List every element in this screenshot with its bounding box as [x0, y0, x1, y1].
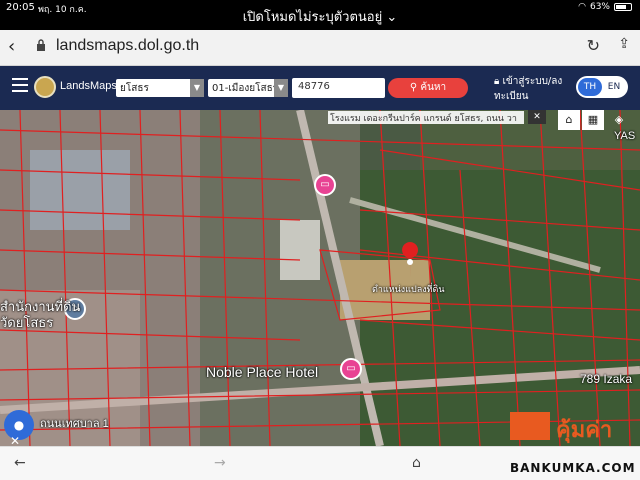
browser-toolbar: ← → ⌂ BANKUMKA.COM [0, 446, 640, 480]
hotel-marker-icon[interactable]: ▭ [314, 174, 336, 196]
battery-percent: 63% [589, 2, 610, 12]
home-icon[interactable]: ⌂ [412, 455, 421, 471]
url-text[interactable]: landsmaps.dol.go.th [56, 37, 199, 55]
close-info-icon[interactable]: ✕ [528, 110, 546, 124]
watermark-site: BANKUMKA.COM [510, 461, 636, 475]
hamburger-menu-icon[interactable] [12, 78, 28, 96]
watermark-text: คุ้มค่า [556, 418, 613, 443]
location-pin-icon: ● [13, 418, 25, 432]
chevron-down-icon: ⌄ [386, 10, 398, 25]
search-icon: ⚲ [409, 82, 418, 93]
parcel-map-layer [0, 110, 640, 446]
lang-en-option[interactable]: EN [602, 78, 626, 96]
bankumka-watermark: คุ้มค่า [510, 412, 638, 450]
lock-icon: 🔒︎ [494, 76, 500, 87]
lang-th-option[interactable]: TH [578, 78, 602, 96]
dropdown-arrow-icon: ▼ [274, 79, 288, 97]
wifi-icon: ◠ [578, 2, 586, 12]
map-label-road: ถนนเทศบาล 1 [40, 418, 109, 430]
status-bar: 20:05 พฤ. 10 ก.ค. เปิดโหมดไม่ระบุตัวตนอย… [0, 0, 640, 30]
dol-logo [34, 76, 56, 98]
private-mode-label[interactable]: เปิดโหมดไม่ระบุตัวตนอยู่ ⌄ [0, 6, 640, 27]
parcel-number-input[interactable]: 48776 [292, 78, 385, 98]
brand-name: LandsMaps [60, 80, 117, 92]
satellite-map[interactable]: ▭ ▭ ⌂ Noble Place Hotel 789 Izaka สำนักง… [0, 110, 640, 446]
home-icon[interactable]: ⌂ [558, 110, 580, 130]
district-value: 01-เมืองยโสธร [212, 83, 279, 94]
back-arrow-icon[interactable]: ← [14, 455, 26, 471]
map-label-noble-place: Noble Place Hotel [206, 364, 319, 380]
map-label-yas: YAS [614, 130, 636, 142]
layers-icon[interactable]: ◈ [608, 110, 630, 130]
grid-icon[interactable]: ▦ [582, 110, 604, 130]
place-info-bar[interactable]: โรงแรม เดอะกรีนปาร์ค แกรนด์ ยโสธร, ถนน ว… [328, 111, 524, 124]
back-chevron-icon[interactable]: ‹ [8, 36, 15, 57]
district-select[interactable]: 01-เมืองยโสธร ▼ [208, 79, 288, 97]
landsmaps-navbar: LandsMaps ยโสธร ▼ 01-เมืองยโสธร ▼ 48776 … [0, 66, 640, 110]
dropdown-arrow-icon: ▼ [190, 79, 204, 97]
watermark-logo-mark [510, 412, 550, 440]
hotel-marker-icon[interactable]: ▭ [340, 358, 362, 380]
map-label-izaka: 789 Izaka [580, 372, 633, 386]
reload-icon[interactable]: ↻ [587, 36, 600, 55]
lock-icon [37, 39, 45, 51]
share-icon[interactable]: ⇪ [618, 36, 630, 52]
province-value: ยโสธร [120, 83, 149, 94]
search-button[interactable]: ⚲ ค้นหา [388, 78, 468, 98]
browser-address-bar: ‹ landsmaps.dol.go.th ↻ ⇪ [0, 30, 640, 66]
map-label-pin: ตำแหน่งแปลงที่ดิน [372, 284, 445, 294]
forward-arrow-icon[interactable]: → [214, 455, 226, 471]
login-link[interactable]: 🔒︎ เข้าสู่ระบบ/ลงทะเบียน [494, 74, 564, 104]
close-panel-icon[interactable]: ✕ [10, 434, 20, 446]
province-select[interactable]: ยโสธร ▼ [116, 79, 204, 97]
login-label: เข้าสู่ระบบ/ลงทะเบียน [494, 76, 563, 102]
battery-icon [614, 3, 632, 11]
battery-indicator: ◠ 63% [578, 2, 632, 12]
map-label-land-office-2: วัดยโสธร [0, 315, 54, 330]
language-toggle[interactable]: TH EN [576, 76, 628, 98]
search-button-label: ค้นหา [420, 82, 447, 93]
